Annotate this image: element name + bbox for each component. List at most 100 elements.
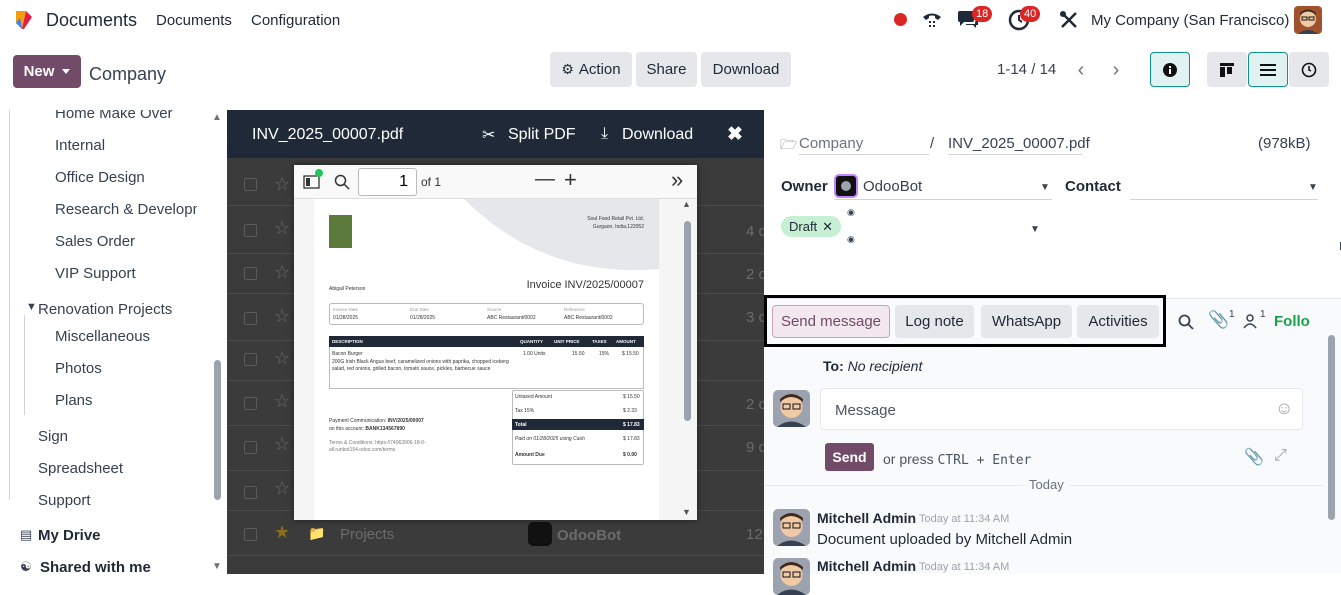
contact-dropdown-icon[interactable]: ▼ bbox=[1308, 182, 1318, 193]
documents-app-icon[interactable] bbox=[12, 8, 36, 32]
star-icon[interactable]: ☆ bbox=[274, 478, 290, 499]
message-author[interactable]: Mitchell Admin bbox=[817, 558, 916, 574]
list-view-button[interactable] bbox=[1248, 52, 1288, 87]
folder-field[interactable]: Company bbox=[799, 135, 929, 155]
owner-field[interactable]: OdooBot bbox=[863, 178, 922, 195]
expand-icon[interactable]: ⤢ bbox=[1274, 447, 1287, 465]
star-icon[interactable]: ☆ bbox=[274, 262, 290, 283]
search-icon[interactable] bbox=[1178, 314, 1194, 330]
caret-down-icon[interactable]: ▼ bbox=[26, 301, 37, 313]
chatter-scrollbar[interactable] bbox=[1328, 335, 1335, 520]
row-checkbox[interactable] bbox=[244, 267, 257, 280]
meta-value: ABC Restaurant/0002 bbox=[564, 315, 613, 321]
star-icon[interactable]: ☆ bbox=[274, 391, 290, 412]
message-author[interactable]: Mitchell Admin bbox=[817, 510, 916, 526]
tools-icon[interactable] bbox=[1057, 8, 1081, 32]
row-checkbox[interactable] bbox=[244, 441, 257, 454]
sidebar-item-photos[interactable]: Photos bbox=[55, 360, 102, 377]
message-composer[interactable]: Message ☺ bbox=[820, 388, 1303, 430]
sidebar-item-spreadsheet[interactable]: Spreadsheet bbox=[38, 460, 123, 477]
sidebar-item-miscellaneous[interactable]: Miscellaneous bbox=[55, 328, 150, 345]
sidebar-item-my-drive[interactable]: My Drive bbox=[38, 527, 101, 544]
sidebar-item-shared-with-me[interactable]: Shared with me bbox=[40, 559, 151, 574]
share-button[interactable]: Share bbox=[636, 52, 697, 87]
sidebar-item-internal[interactable]: Internal bbox=[55, 137, 105, 154]
action-button[interactable]: ⚙ Action bbox=[550, 52, 632, 87]
remove-tag-icon[interactable]: ✕ bbox=[822, 219, 833, 235]
star-icon[interactable]: ☆ bbox=[274, 174, 290, 195]
paperclip-icon[interactable]: 📎 bbox=[1208, 310, 1229, 330]
star-icon[interactable]: ☆ bbox=[274, 306, 290, 327]
kanban-view-button[interactable] bbox=[1207, 52, 1247, 87]
star-filled-icon[interactable]: ★ bbox=[274, 522, 290, 543]
pager-next-icon[interactable]: › bbox=[1101, 54, 1131, 87]
followers-icon[interactable] bbox=[1242, 313, 1258, 329]
company-switcher[interactable]: My Company (San Francisco) bbox=[1091, 12, 1289, 29]
scroll-up-icon[interactable]: ▲ bbox=[212, 112, 222, 123]
search-icon[interactable] bbox=[334, 174, 350, 190]
download-button[interactable]: Download bbox=[701, 52, 791, 87]
row-checkbox[interactable] bbox=[244, 528, 257, 541]
sidebar-item-home-make-over[interactable]: Home Make Over bbox=[55, 110, 173, 122]
tags-dropdown-icon[interactable]: ▼ bbox=[1030, 224, 1040, 235]
scroll-down-icon[interactable]: ▼ bbox=[682, 507, 691, 517]
recording-indicator-icon[interactable] bbox=[894, 13, 907, 26]
whatsapp-tab[interactable]: WhatsApp bbox=[981, 305, 1072, 338]
zoom-out-icon[interactable]: — bbox=[535, 168, 555, 191]
sidebar-item-plans[interactable]: Plans bbox=[55, 392, 93, 409]
app-title[interactable]: Documents bbox=[46, 10, 137, 31]
split-pdf-button[interactable]: Split PDF bbox=[508, 126, 576, 144]
pdf-scrollbar[interactable]: ▲ ▼ bbox=[682, 199, 692, 519]
emoji-icon[interactable]: ☺ bbox=[1275, 398, 1293, 419]
invoice-title: Invoice INV/2025/00007 bbox=[526, 279, 644, 291]
row-checkbox[interactable] bbox=[244, 178, 257, 191]
menu-documents[interactable]: Documents bbox=[156, 12, 232, 29]
pdf-scroll-thumb[interactable] bbox=[684, 221, 691, 421]
pager-value[interactable]: 1-14 / 14 bbox=[997, 61, 1056, 78]
phone-icon[interactable] bbox=[920, 8, 944, 32]
message-placeholder[interactable]: Message bbox=[835, 402, 896, 419]
send-button[interactable]: Send bbox=[825, 443, 874, 471]
zoom-in-icon[interactable]: + bbox=[564, 167, 577, 193]
sidebar-item-sign[interactable]: Sign bbox=[38, 428, 68, 445]
sidebar-item-renovation-projects[interactable]: Renovation Projects bbox=[38, 301, 172, 318]
list-row-owner: OdooBot bbox=[557, 527, 622, 544]
list-row-name[interactable]: Projects bbox=[340, 526, 394, 543]
star-icon[interactable]: ☆ bbox=[274, 348, 290, 369]
new-button[interactable]: New bbox=[13, 55, 81, 88]
sidebar-item-office-design[interactable]: Office Design bbox=[55, 169, 145, 186]
star-icon[interactable]: ☆ bbox=[274, 218, 290, 239]
scroll-up-icon[interactable]: ▲ bbox=[682, 199, 691, 209]
filename-field[interactable]: INV_2025_00007.pdf bbox=[948, 135, 1090, 155]
row-checkbox[interactable] bbox=[244, 397, 257, 410]
close-icon[interactable]: ✖ bbox=[727, 123, 743, 146]
row-checkbox[interactable] bbox=[244, 486, 257, 499]
row-checkbox[interactable] bbox=[244, 312, 257, 325]
sidebar-item-support[interactable]: Support bbox=[38, 492, 91, 509]
row-checkbox[interactable] bbox=[244, 353, 257, 366]
scroll-down-icon[interactable]: ▼ bbox=[212, 561, 222, 572]
col-header: UNIT PRICE bbox=[554, 339, 580, 344]
menu-configuration[interactable]: Configuration bbox=[251, 12, 340, 29]
activities-tab[interactable]: Activities bbox=[1077, 305, 1159, 338]
owner-dropdown-icon[interactable]: ▼ bbox=[1040, 182, 1050, 193]
terms-link[interactable]: Terms & Conditions: https://74063906-18-… bbox=[329, 440, 449, 454]
pdf-download-button[interactable]: Download bbox=[622, 126, 693, 144]
sidebar-item-sales-order[interactable]: Sales Order bbox=[55, 233, 135, 250]
star-icon[interactable]: ☆ bbox=[274, 434, 290, 455]
draft-tag[interactable]: Draft ✕ bbox=[781, 216, 842, 237]
sidebar-item-vip-support[interactable]: VIP Support bbox=[55, 265, 136, 282]
page-number-input[interactable] bbox=[358, 168, 417, 196]
row-checkbox[interactable] bbox=[244, 224, 257, 237]
activity-view-button[interactable] bbox=[1289, 52, 1329, 87]
user-avatar[interactable] bbox=[1294, 6, 1322, 34]
sidebar-item-research[interactable]: Research & Developm bbox=[55, 201, 197, 218]
sidebar-scrollbar[interactable] bbox=[214, 360, 221, 500]
attach-file-icon[interactable]: 📎 bbox=[1244, 447, 1264, 467]
follow-button[interactable]: Follo bbox=[1274, 313, 1310, 330]
info-toggle-button[interactable] bbox=[1150, 52, 1190, 87]
more-tools-icon[interactable]: » bbox=[671, 167, 683, 193]
pager-previous-icon[interactable]: ‹ bbox=[1066, 54, 1096, 87]
log-note-tab[interactable]: Log note bbox=[895, 305, 974, 338]
send-message-tab[interactable]: Send message bbox=[772, 305, 890, 338]
